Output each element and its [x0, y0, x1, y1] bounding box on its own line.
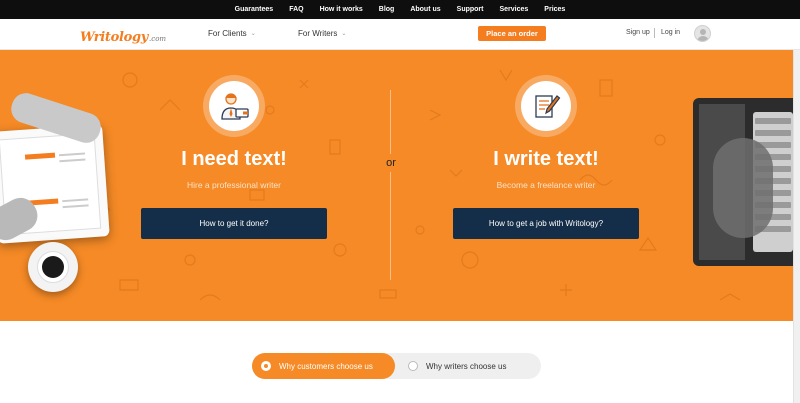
- why-customers-label: Why customers choose us: [279, 361, 373, 371]
- why-writers-label: Why writers choose us: [426, 361, 507, 371]
- nav-for-clients-dropdown[interactable]: For Clients ⌄: [208, 29, 256, 38]
- chevron-down-icon: ⌄: [250, 31, 256, 37]
- chevron-down-icon: ⌄: [341, 31, 347, 37]
- choose-us-toggle: Why customers choose us Why writers choo…: [252, 353, 541, 379]
- user-avatar-icon[interactable]: [694, 25, 711, 42]
- topnav-support-link[interactable]: Support: [457, 6, 484, 13]
- hero-section: or I need text! Hire a professional writ…: [0, 50, 793, 321]
- businessman-wallet-icon: [221, 93, 249, 120]
- site-logo[interactable]: Writology .com: [80, 25, 166, 45]
- why-writers-option[interactable]: Why writers choose us: [402, 353, 537, 379]
- topnav-about-us-link[interactable]: About us: [410, 6, 440, 13]
- coffee-cup-decoration: [28, 242, 78, 292]
- hero-divider: [390, 90, 391, 280]
- logo-suffix: .com: [149, 35, 167, 43]
- logo-wordmark: Writology: [80, 30, 149, 45]
- topnav-how-it-works-link[interactable]: How it works: [320, 6, 363, 13]
- need-text-title: I need text!: [181, 148, 287, 170]
- site-header: Writology .com For Clients ⌄ For Writers…: [0, 19, 800, 50]
- write-text-subtitle: Become a freelance writer: [496, 180, 596, 190]
- radio-unselected-icon: [408, 361, 418, 371]
- top-nav-bar: Guarantees FAQ How it works Blog About u…: [0, 0, 800, 19]
- need-text-subtitle: Hire a professional writer: [186, 180, 281, 190]
- how-to-get-it-done-button[interactable]: How to get it done?: [141, 208, 327, 239]
- nav-for-clients-label: For Clients: [208, 29, 247, 38]
- topnav-blog-link[interactable]: Blog: [379, 6, 395, 13]
- topnav-prices-link[interactable]: Prices: [544, 6, 565, 13]
- topnav-services-link[interactable]: Services: [499, 6, 528, 13]
- log-in-link[interactable]: Log in: [661, 29, 680, 36]
- writer-circle: [515, 75, 577, 137]
- page-scrollbar[interactable]: [793, 50, 800, 403]
- topnav-guarantees-link[interactable]: Guarantees: [235, 6, 274, 13]
- pen-document-icon: [535, 95, 561, 118]
- header-separator: [654, 28, 655, 38]
- write-text-title: I write text!: [493, 148, 599, 170]
- nav-for-writers-label: For Writers: [298, 29, 338, 38]
- place-order-button[interactable]: Place an order: [478, 26, 546, 41]
- laptop-photo-decoration: [693, 98, 793, 266]
- sign-up-link[interactable]: Sign up: [626, 29, 650, 36]
- why-customers-option[interactable]: Why customers choose us: [252, 353, 395, 379]
- topnav-faq-link[interactable]: FAQ: [289, 6, 303, 13]
- get-job-with-writology-button[interactable]: How to get a job with Writology?: [453, 208, 639, 239]
- client-circle: [203, 75, 265, 137]
- radio-selected-icon: [261, 361, 271, 371]
- nav-for-writers-dropdown[interactable]: For Writers ⌄: [298, 29, 346, 38]
